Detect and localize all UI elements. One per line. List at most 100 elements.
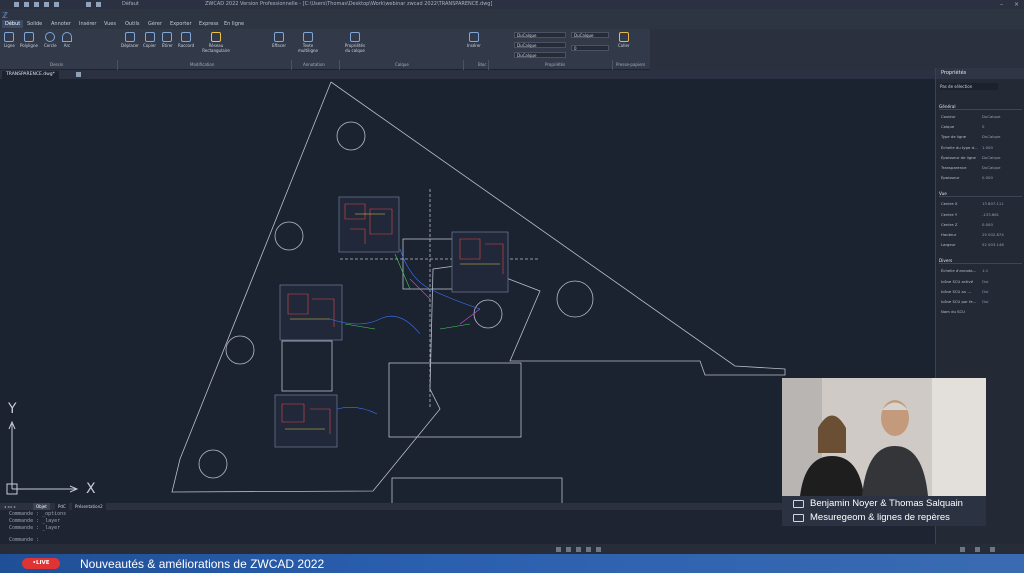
tab-gerer[interactable]: Gérer bbox=[148, 21, 162, 27]
property-row[interactable]: Icône SCU au ... Oui bbox=[941, 289, 1021, 294]
command-prompt[interactable]: Commande : bbox=[9, 537, 39, 543]
workspace-select[interactable]: Défaut bbox=[122, 0, 139, 9]
stretch-tool-button[interactable]: Étirer bbox=[162, 32, 173, 48]
properties-section-header[interactable]: Divers bbox=[939, 258, 1022, 265]
plotstyle-select[interactable]: DuCalque bbox=[571, 32, 609, 38]
property-value[interactable]: DuCalque bbox=[982, 155, 1001, 160]
property-row[interactable]: Épaisseur 0.000 bbox=[941, 175, 1021, 180]
property-row[interactable]: Échelle du type d... 1.000 bbox=[941, 145, 1021, 150]
property-row[interactable]: Calque 0 bbox=[941, 124, 1021, 129]
color-select[interactable]: DuCalque bbox=[514, 32, 566, 38]
document-tab[interactable]: TRANSPARENCE.dwg* bbox=[2, 71, 59, 79]
property-value[interactable]: -133.661 bbox=[982, 212, 999, 217]
presenters-names: Benjamin Noyer & Thomas Salquain bbox=[810, 498, 963, 509]
lineweight-select[interactable]: DuCalque bbox=[514, 52, 566, 58]
ribbon-tabs: ℤ Début Solide Annoter Insérer Vues Outi… bbox=[0, 9, 1024, 29]
array-tool-button[interactable]: Réseau Rectangulaire bbox=[200, 32, 232, 53]
tab-inserer[interactable]: Insérer bbox=[79, 21, 96, 27]
tab-debut[interactable]: Début bbox=[2, 20, 24, 28]
polar-icon[interactable] bbox=[586, 547, 591, 552]
print-icon[interactable] bbox=[54, 2, 59, 7]
property-row[interactable]: Nom du SCU bbox=[941, 309, 1021, 314]
property-row[interactable]: Centre X 13 807.111 bbox=[941, 201, 1021, 206]
property-value[interactable]: 13 807.111 bbox=[982, 201, 1004, 206]
property-value[interactable]: Oui bbox=[982, 279, 988, 284]
property-row[interactable]: Icône SCU activé Oui bbox=[941, 279, 1021, 284]
insert-block-button[interactable]: Insérer bbox=[467, 32, 481, 48]
property-value[interactable]: 29 002.874 bbox=[982, 232, 1004, 237]
redo-icon[interactable] bbox=[96, 2, 101, 7]
fillet-tool-button[interactable]: Raccord bbox=[178, 32, 194, 48]
save-as-icon[interactable] bbox=[44, 2, 49, 7]
property-row[interactable]: Largeur 52 003.146 bbox=[941, 242, 1021, 247]
tab-solide[interactable]: Solide bbox=[27, 21, 42, 27]
arc-icon bbox=[62, 32, 72, 42]
circle-tool-button[interactable]: Cercle bbox=[44, 32, 57, 48]
linetype-select[interactable]: DuCalque bbox=[514, 42, 566, 48]
properties-section-header[interactable]: Général bbox=[939, 104, 1022, 110]
property-row[interactable]: Centre Y -133.661 bbox=[941, 212, 1021, 217]
property-value[interactable]: 1.000 bbox=[982, 145, 993, 150]
minimize-icon[interactable]: – bbox=[1000, 0, 1003, 9]
settings-icon[interactable] bbox=[975, 547, 980, 552]
property-row[interactable]: Centre Z 0.000 bbox=[941, 222, 1021, 227]
snap-icon[interactable] bbox=[556, 547, 561, 552]
close-icon[interactable]: × bbox=[1014, 0, 1019, 9]
property-value[interactable]: Oui bbox=[982, 289, 988, 294]
arc-tool-button[interactable]: Arc bbox=[62, 32, 72, 48]
ortho-icon[interactable] bbox=[576, 547, 581, 552]
osnap-icon[interactable] bbox=[596, 547, 601, 552]
property-row[interactable]: Couleur DuCalque bbox=[941, 114, 1021, 119]
fullscreen-icon[interactable] bbox=[990, 547, 995, 552]
property-value[interactable]: DuCalque bbox=[982, 114, 1001, 119]
window-title: ZWCAD 2022 Version Professionnelle - [C:… bbox=[205, 1, 493, 7]
tab-nav-arrows[interactable]: ◂ ◂ ▸ ▸ bbox=[4, 503, 16, 510]
workspace-icon[interactable] bbox=[960, 547, 965, 552]
property-row[interactable]: Épaisseur de ligne DuCalque bbox=[941, 155, 1021, 160]
property-row[interactable]: Transparence DuCalque bbox=[941, 165, 1021, 170]
mtext-tool-button[interactable]: Texte multiligne bbox=[296, 32, 320, 53]
property-value[interactable]: 0.000 bbox=[982, 222, 993, 227]
property-row[interactable]: Type de ligne DuCalque bbox=[941, 134, 1021, 139]
property-row[interactable]: Hauteur 29 002.874 bbox=[941, 232, 1021, 237]
save-icon[interactable] bbox=[34, 2, 39, 7]
open-file-icon[interactable] bbox=[24, 2, 29, 7]
tab-outils[interactable]: Outils bbox=[125, 21, 139, 27]
erase-tool-button[interactable]: Effacer bbox=[272, 32, 286, 48]
property-value[interactable]: Oui bbox=[982, 299, 988, 304]
new-file-icon[interactable] bbox=[14, 2, 19, 7]
property-row[interactable]: Échelle d'annota... 1:1 bbox=[941, 268, 1021, 273]
property-label: Échelle du type d... bbox=[941, 144, 978, 150]
app-logo-icon[interactable]: ℤ bbox=[2, 11, 16, 20]
group-proprietes: Propriétés bbox=[545, 62, 566, 67]
property-value[interactable]: 52 003.146 bbox=[982, 242, 1004, 247]
circle-label: Cercle bbox=[44, 43, 57, 48]
property-row[interactable]: Icône SCU par fe... Oui bbox=[941, 299, 1021, 304]
tab-vues[interactable]: Vues bbox=[104, 21, 116, 27]
tab-annoter[interactable]: Annoter bbox=[51, 21, 71, 27]
properties-section-header[interactable]: Vue bbox=[939, 191, 1022, 198]
paste-button[interactable]: Coller bbox=[618, 32, 630, 48]
property-value[interactable]: DuCalque bbox=[982, 165, 1001, 170]
move-tool-button[interactable]: Déplacer bbox=[121, 32, 139, 48]
new-tab-icon[interactable] bbox=[76, 72, 81, 77]
tab-exporter[interactable]: Exporter bbox=[170, 21, 192, 27]
line-tool-button[interactable]: Ligne bbox=[4, 32, 15, 48]
property-value[interactable]: DuCalque bbox=[982, 134, 1001, 139]
tab-en-ligne[interactable]: En ligne bbox=[224, 21, 244, 27]
undo-icon[interactable] bbox=[86, 2, 91, 7]
property-value[interactable]: 1:1 bbox=[982, 268, 988, 273]
selection-select[interactable]: Pas de sélection bbox=[940, 83, 998, 90]
tab-express[interactable]: Express bbox=[199, 21, 219, 27]
property-value[interactable]: 0.000 bbox=[982, 175, 993, 180]
copy-tool-button[interactable]: Copier bbox=[143, 32, 156, 48]
tab-pdc[interactable]: PdC bbox=[55, 503, 69, 510]
layer-properties-button[interactable]: Propriétés du calque bbox=[343, 32, 367, 53]
properties-title: Propriétés bbox=[936, 68, 1024, 79]
tab-objet[interactable]: Objet bbox=[33, 503, 50, 510]
property-value[interactable]: 0 bbox=[982, 124, 984, 129]
transparency-input[interactable]: 0 bbox=[571, 45, 609, 51]
grid-icon[interactable] bbox=[566, 547, 571, 552]
polyline-tool-button[interactable]: Polyligne bbox=[20, 32, 38, 48]
tab-presentation2[interactable]: Présentation2 bbox=[72, 503, 106, 510]
